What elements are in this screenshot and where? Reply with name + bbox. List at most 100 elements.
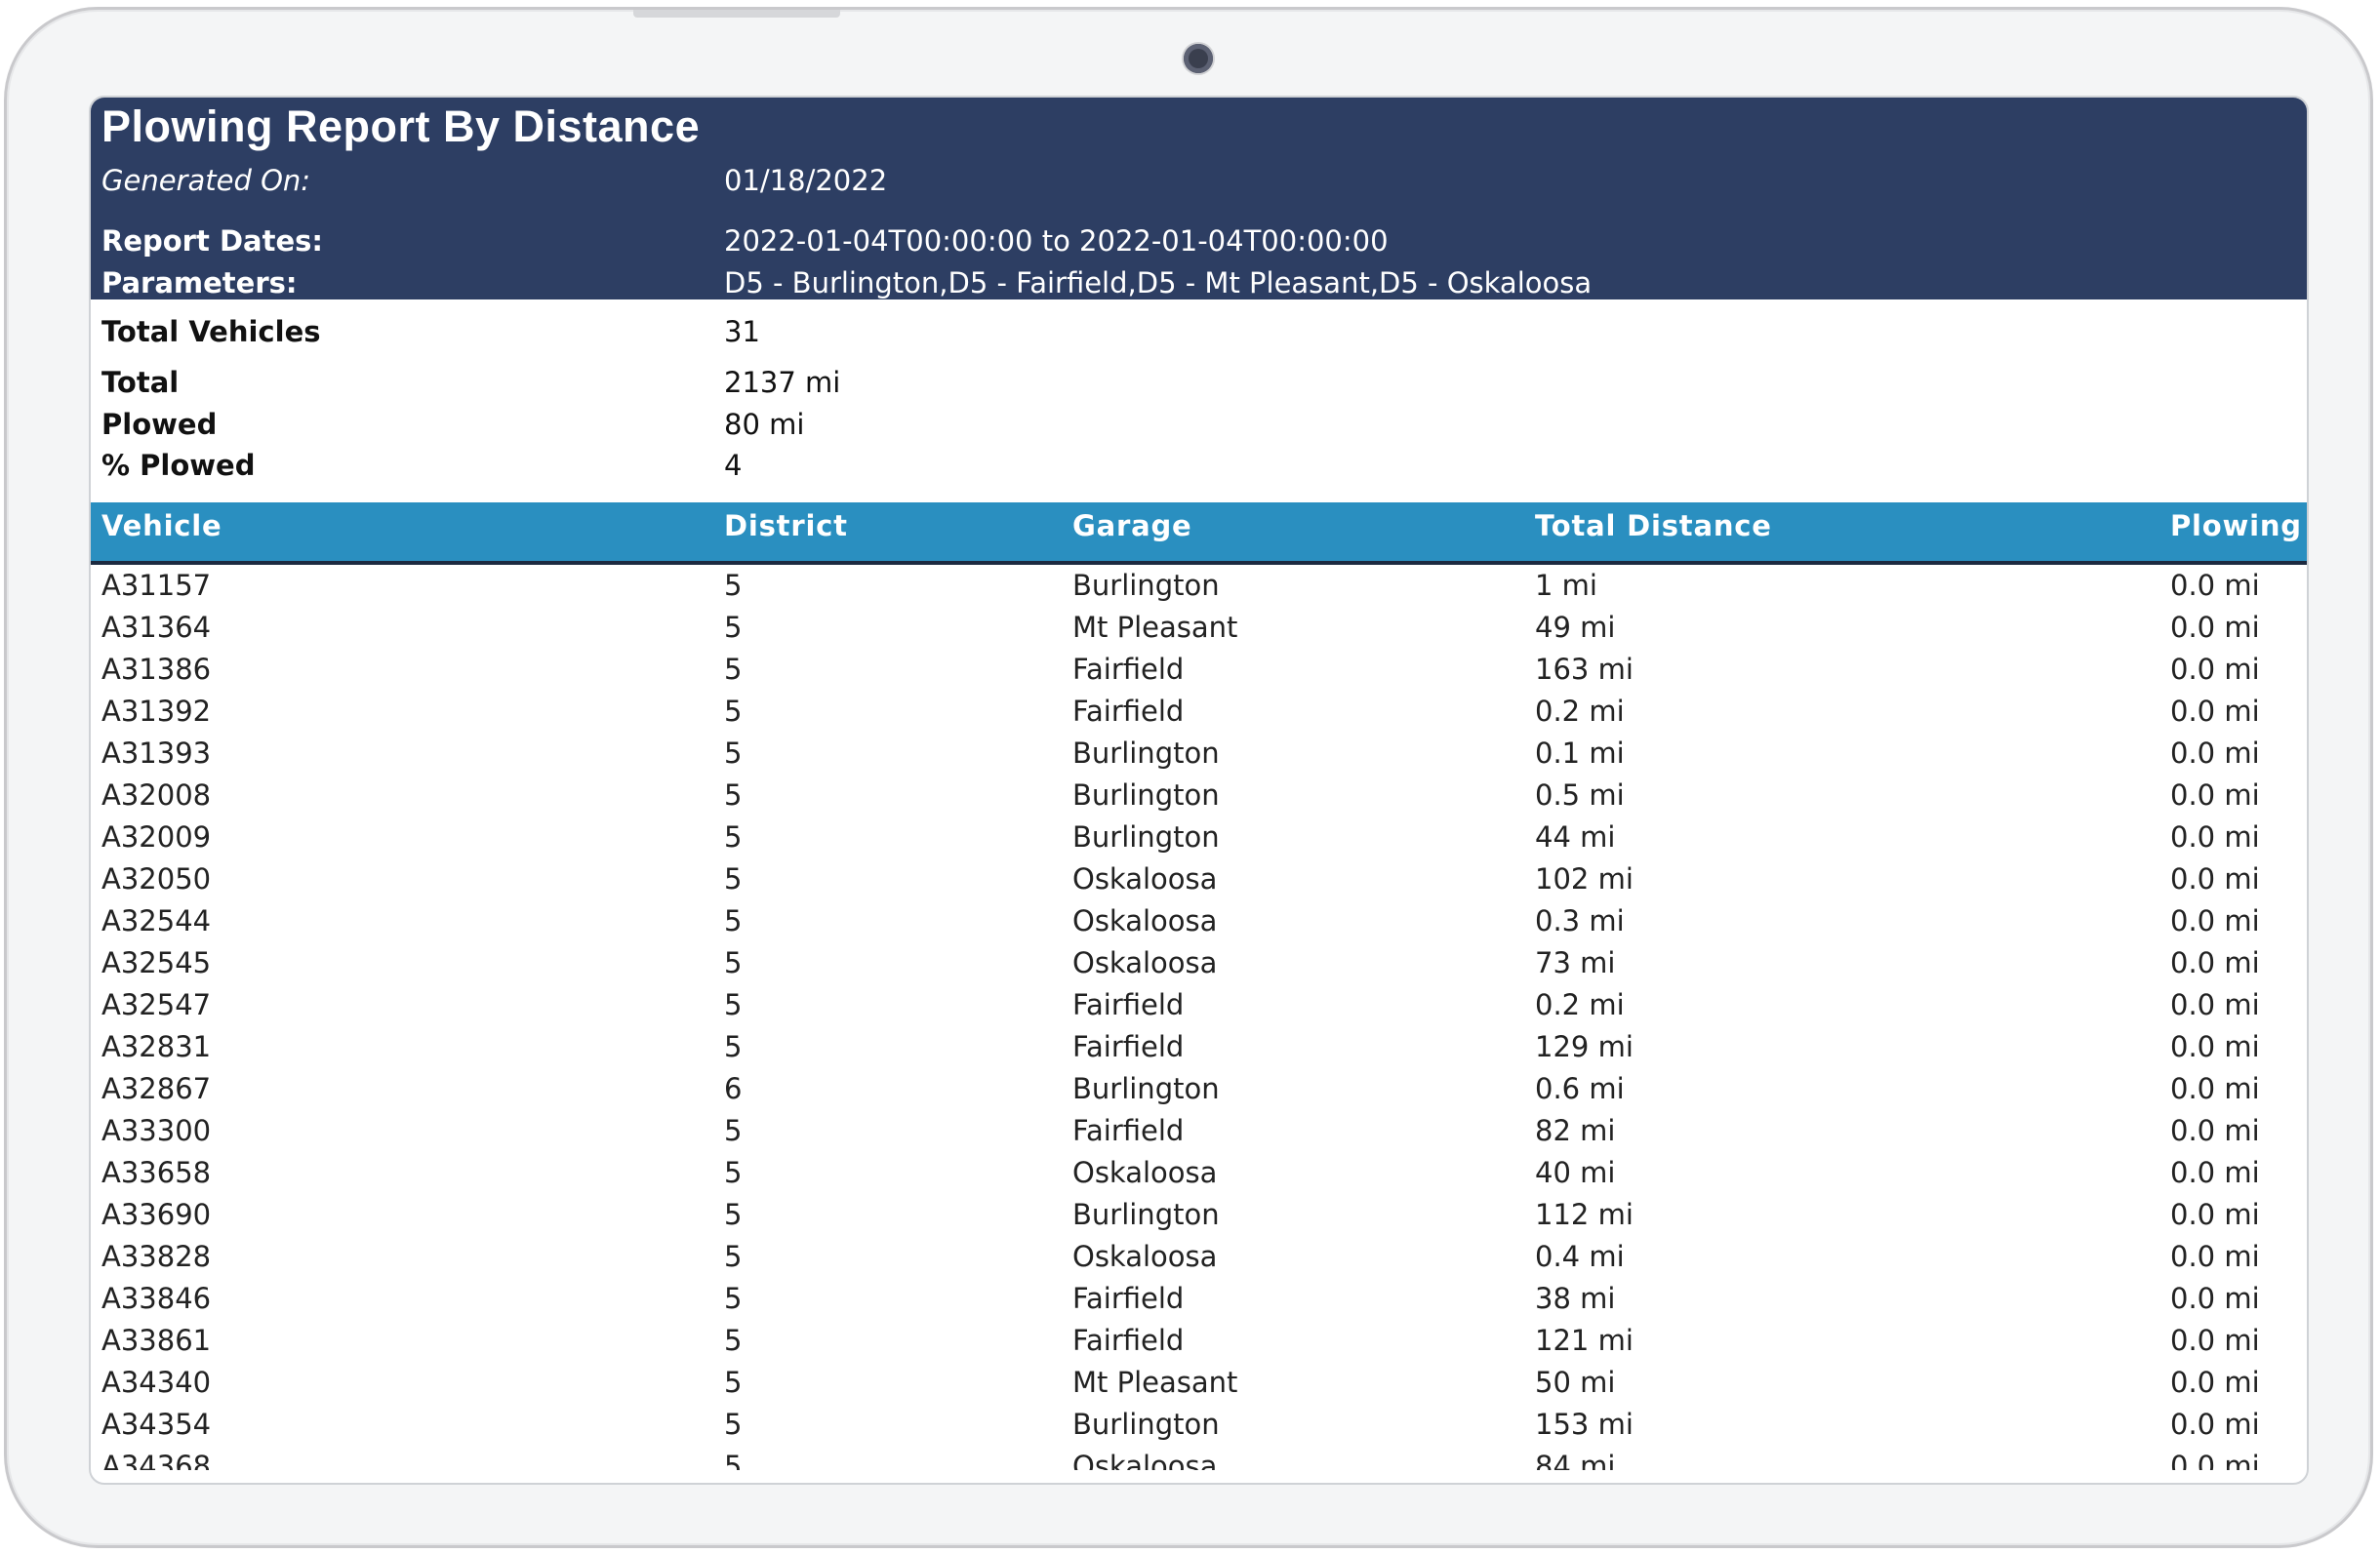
district-cell: 5 — [724, 1324, 743, 1357]
total-distance-cell: 0.5 mi — [1535, 778, 1625, 812]
total-distance-value: 2137 mi — [724, 366, 841, 399]
vehicle-cell: A33861 — [101, 1324, 212, 1357]
vehicle-cell: A33300 — [101, 1114, 212, 1147]
plowing-cell: 0.0 mi — [2170, 653, 2260, 686]
plowed-value: 80 mi — [724, 408, 805, 441]
table-row[interactable]: A31157 5 Burlington 1 mi 0.0 mi — [91, 569, 2307, 611]
table-row[interactable]: A32009 5 Burlington 44 mi 0.0 mi — [91, 820, 2307, 862]
column-header-district[interactable]: District — [724, 509, 848, 542]
percent-plowed-label: % Plowed — [101, 449, 256, 482]
garage-cell: Oskaloosa — [1072, 904, 1218, 937]
plowing-cell: 0.0 mi — [2170, 569, 2260, 602]
total-distance-cell: 50 mi — [1535, 1366, 1616, 1399]
total-distance-cell: 102 mi — [1535, 862, 1634, 896]
garage-cell: Burlington — [1072, 1198, 1220, 1231]
table-row[interactable]: A32544 5 Oskaloosa 0.3 mi 0.0 mi — [91, 904, 2307, 946]
vehicle-cell: A31393 — [101, 737, 212, 770]
table-row[interactable]: A32867 6 Burlington 0.6 mi 0.0 mi — [91, 1072, 2307, 1114]
district-cell: 5 — [724, 569, 743, 602]
report-title: Plowing Report By Distance — [101, 101, 701, 151]
district-cell: 5 — [724, 1450, 743, 1470]
garage-cell: Fairfield — [1072, 1282, 1185, 1315]
vehicle-cell: A31386 — [101, 653, 212, 686]
plowing-cell: 0.0 mi — [2170, 904, 2260, 937]
report-dates-label: Report Dates: — [101, 224, 323, 258]
table-row[interactable]: A31392 5 Fairfield 0.2 mi 0.0 mi — [91, 695, 2307, 737]
total-distance-cell: 40 mi — [1535, 1156, 1616, 1189]
table-row[interactable]: A34354 5 Burlington 153 mi 0.0 mi — [91, 1408, 2307, 1450]
total-distance-cell: 82 mi — [1535, 1114, 1616, 1147]
garage-cell: Fairfield — [1072, 695, 1185, 728]
report-dates-value: 2022-01-04T00:00:00 to 2022-01-04T00:00:… — [724, 224, 1389, 258]
table-row[interactable]: A32831 5 Fairfield 129 mi 0.0 mi — [91, 1030, 2307, 1072]
total-distance-cell: 0.4 mi — [1535, 1240, 1625, 1273]
table-row[interactable]: A33658 5 Oskaloosa 40 mi 0.0 mi — [91, 1156, 2307, 1198]
garage-cell: Fairfield — [1072, 1030, 1185, 1063]
generated-on-value: 01/18/2022 — [724, 164, 888, 197]
table-row[interactable]: A33300 5 Fairfield 82 mi 0.0 mi — [91, 1114, 2307, 1156]
report-header: Plowing Report By Distance Generated On:… — [91, 98, 2307, 299]
parameters-value: D5 - Burlington,D5 - Fairfield,D5 - Mt P… — [724, 266, 1593, 299]
total-distance-cell: 49 mi — [1535, 611, 1616, 644]
garage-cell: Mt Pleasant — [1072, 611, 1238, 644]
vehicle-cell: A32008 — [101, 778, 212, 812]
table-row[interactable]: A33846 5 Fairfield 38 mi 0.0 mi — [91, 1282, 2307, 1324]
power-button — [633, 10, 840, 18]
plowing-cell: 0.0 mi — [2170, 1282, 2260, 1315]
table-row[interactable]: A34368 5 Oskaloosa 84 mi 0.0 mi — [91, 1450, 2307, 1470]
plowing-cell: 0.0 mi — [2170, 1366, 2260, 1399]
garage-cell: Burlington — [1072, 778, 1220, 812]
total-vehicles-value: 31 — [724, 315, 760, 348]
district-cell: 5 — [724, 988, 743, 1021]
table-row[interactable]: A31393 5 Burlington 0.1 mi 0.0 mi — [91, 737, 2307, 778]
plowing-cell: 0.0 mi — [2170, 1450, 2260, 1470]
plowed-label: Plowed — [101, 408, 218, 441]
district-cell: 5 — [724, 1114, 743, 1147]
total-distance-cell: 129 mi — [1535, 1030, 1634, 1063]
table-row[interactable]: A34340 5 Mt Pleasant 50 mi 0.0 mi — [91, 1366, 2307, 1408]
garage-cell: Fairfield — [1072, 1114, 1185, 1147]
table-row[interactable]: A32547 5 Fairfield 0.2 mi 0.0 mi — [91, 988, 2307, 1030]
column-header-total-distance[interactable]: Total Distance — [1535, 509, 1772, 542]
vehicle-cell: A33690 — [101, 1198, 212, 1231]
total-distance-cell: 1 mi — [1535, 569, 1597, 602]
table-row[interactable]: A31364 5 Mt Pleasant 49 mi 0.0 mi — [91, 611, 2307, 653]
table-row[interactable]: A31386 5 Fairfield 163 mi 0.0 mi — [91, 653, 2307, 695]
column-header-garage[interactable]: Garage — [1072, 509, 1191, 542]
table-row[interactable]: A32050 5 Oskaloosa 102 mi 0.0 mi — [91, 862, 2307, 904]
total-distance-cell: 73 mi — [1535, 946, 1616, 979]
total-distance-cell: 112 mi — [1535, 1198, 1634, 1231]
total-distance-cell: 0.6 mi — [1535, 1072, 1625, 1105]
garage-cell: Oskaloosa — [1072, 1240, 1218, 1273]
garage-cell: Fairfield — [1072, 1324, 1185, 1357]
plowing-cell: 0.0 mi — [2170, 946, 2260, 979]
vehicle-cell: A32545 — [101, 946, 212, 979]
column-header-vehicle[interactable]: Vehicle — [101, 509, 222, 542]
plowing-cell: 0.0 mi — [2170, 1030, 2260, 1063]
plowing-cell: 0.0 mi — [2170, 778, 2260, 812]
total-vehicles-label: Total Vehicles — [101, 315, 321, 348]
table-row[interactable]: A32008 5 Burlington 0.5 mi 0.0 mi — [91, 778, 2307, 820]
table-row[interactable]: A33690 5 Burlington 112 mi 0.0 mi — [91, 1198, 2307, 1240]
garage-cell: Mt Pleasant — [1072, 1366, 1238, 1399]
plowing-cell: 0.0 mi — [2170, 1156, 2260, 1189]
column-header-plowing[interactable]: Plowing — [2170, 509, 2302, 542]
table-row[interactable]: A33828 5 Oskaloosa 0.4 mi 0.0 mi — [91, 1240, 2307, 1282]
district-cell: 5 — [724, 946, 743, 979]
vehicle-cell: A32547 — [101, 988, 212, 1021]
district-cell: 5 — [724, 1240, 743, 1273]
district-cell: 5 — [724, 695, 743, 728]
front-camera — [1184, 44, 1213, 73]
table-row[interactable]: A33861 5 Fairfield 121 mi 0.0 mi — [91, 1324, 2307, 1366]
garage-cell: Burlington — [1072, 1408, 1220, 1441]
garage-cell: Oskaloosa — [1072, 1450, 1218, 1470]
table-body[interactable]: A31157 5 Burlington 1 mi 0.0 mi A31364 5 Mt Ple… — [91, 569, 2307, 1470]
vehicle-cell: A31157 — [101, 569, 212, 602]
table-row[interactable]: A32545 5 Oskaloosa 73 mi 0.0 mi — [91, 946, 2307, 988]
vehicle-cell: A34340 — [101, 1366, 212, 1399]
plowing-cell: 0.0 mi — [2170, 611, 2260, 644]
garage-cell: Burlington — [1072, 569, 1220, 602]
vehicle-cell: A32867 — [101, 1072, 212, 1105]
district-cell: 5 — [724, 820, 743, 854]
plowing-cell: 0.0 mi — [2170, 1324, 2260, 1357]
